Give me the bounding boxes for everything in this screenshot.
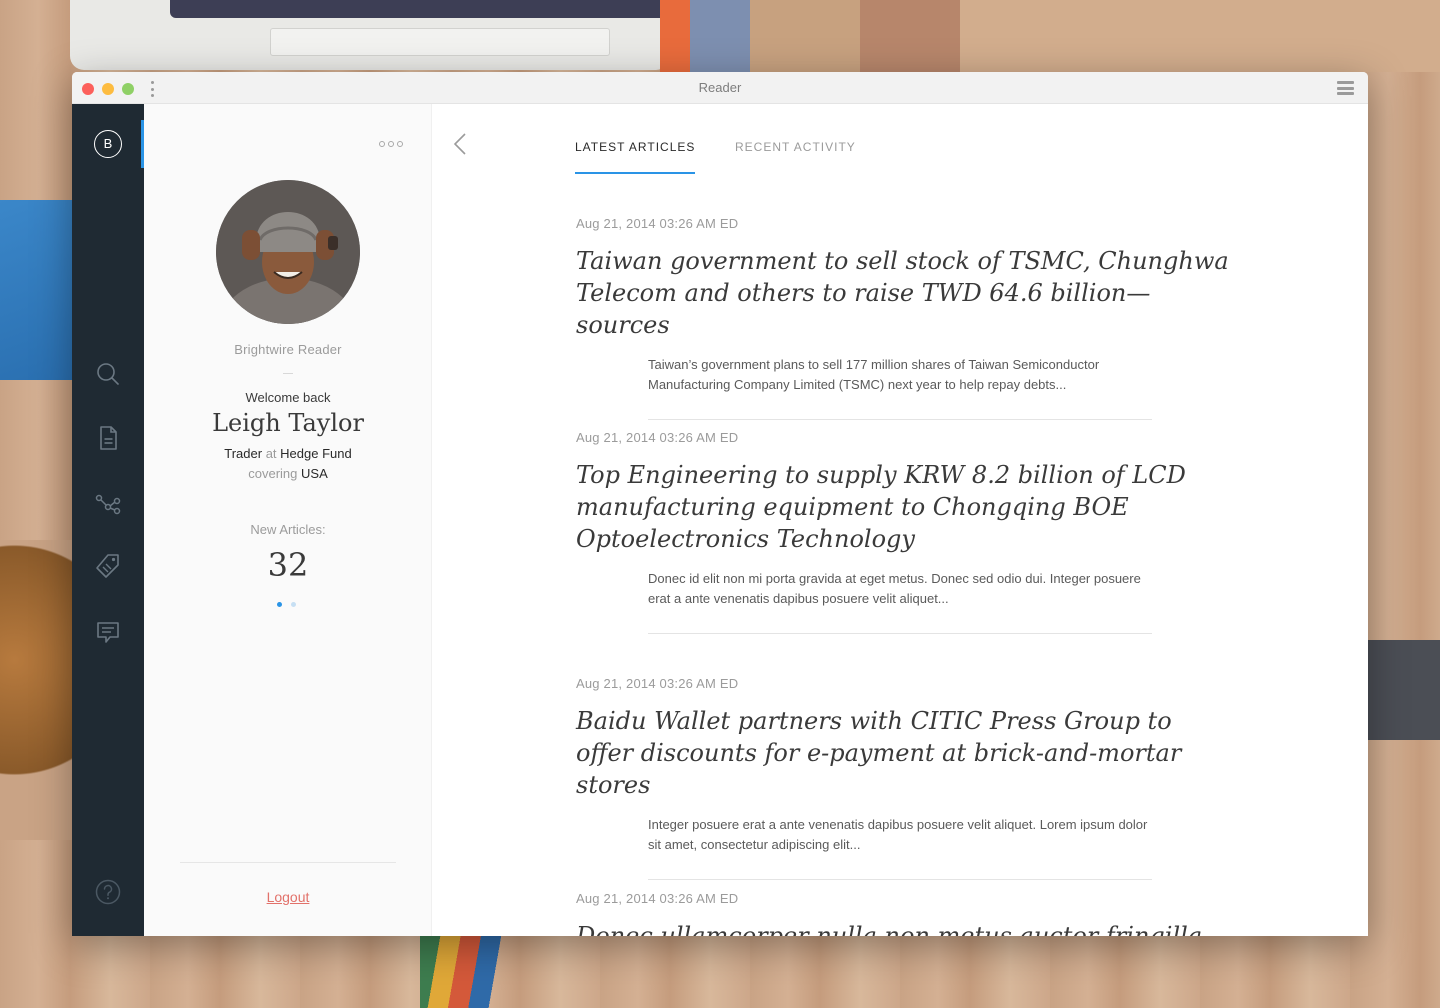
background-bowl bbox=[0, 540, 72, 840]
pager-dots bbox=[277, 602, 299, 608]
background-laptop bbox=[70, 0, 700, 70]
background-laptop-screen bbox=[170, 0, 700, 18]
article-divider bbox=[648, 633, 1152, 634]
article-date: Aug 21, 2014 03:26 AM ED bbox=[576, 676, 739, 691]
avatar bbox=[216, 180, 360, 324]
article-excerpt: Taiwan’s government plans to sell 177 mi… bbox=[648, 357, 1100, 392]
article-item[interactable]: Aug 21, 2014 03:26 AM ED Baidu Wallet pa… bbox=[576, 676, 1236, 880]
comment-icon[interactable] bbox=[94, 618, 122, 646]
back-chevron-icon[interactable] bbox=[452, 132, 468, 156]
search-icon[interactable] bbox=[94, 360, 122, 388]
tag-icon[interactable] bbox=[94, 552, 122, 580]
covering-label: covering bbox=[248, 466, 298, 481]
article-title[interactable]: Baidu Wallet partners with CITIC Press G… bbox=[576, 705, 1236, 801]
article-title[interactable]: Top Engineering to supply KRW 8.2 billio… bbox=[576, 459, 1236, 555]
role-at: at bbox=[265, 446, 277, 461]
article-excerpt: Donec id elit non mi porta gravida at eg… bbox=[648, 571, 1141, 606]
tab-recent-activity[interactable]: RECENT ACTIVITY bbox=[735, 140, 856, 154]
document-icon[interactable] bbox=[94, 424, 122, 452]
article-item[interactable]: Aug 21, 2014 03:26 AM ED Taiwan governme… bbox=[576, 216, 1236, 420]
user-company: Hedge Fund bbox=[280, 446, 352, 461]
article-excerpt: Integer posuere erat a ante venenatis da… bbox=[648, 817, 1148, 852]
reader-window: Reader B Brightwire Reader Welcome back … bbox=[72, 72, 1368, 936]
share-network-icon[interactable] bbox=[94, 490, 122, 518]
user-role: Trader bbox=[224, 446, 263, 461]
pager-dot[interactable] bbox=[291, 602, 296, 607]
role-line: Trader at Hedge Fund bbox=[144, 446, 432, 461]
hamburger-menu-icon[interactable] bbox=[1337, 81, 1354, 95]
window-title: Reader bbox=[698, 80, 742, 95]
background-blue-device bbox=[0, 200, 72, 380]
background-books bbox=[660, 0, 1440, 72]
help-icon[interactable] bbox=[94, 878, 122, 906]
brand-logo[interactable]: B bbox=[94, 130, 122, 158]
main-content: LATEST ARTICLES RECENT ACTIVITY Aug 21, … bbox=[432, 104, 1368, 936]
more-options-icon[interactable] bbox=[379, 140, 403, 148]
article-date: Aug 21, 2014 03:26 AM ED bbox=[576, 430, 739, 445]
new-articles-label: New Articles: bbox=[250, 522, 326, 537]
article-date: Aug 21, 2014 03:26 AM ED bbox=[576, 891, 739, 906]
background-dark-object bbox=[1368, 640, 1440, 740]
nav-rail: B bbox=[72, 104, 144, 936]
pager-dot-active[interactable] bbox=[277, 602, 282, 607]
logout-link[interactable]: Logout bbox=[144, 889, 432, 905]
divider bbox=[283, 373, 293, 374]
user-name: Leigh Taylor bbox=[212, 409, 364, 437]
profile-panel: Brightwire Reader Welcome back Leigh Tay… bbox=[144, 104, 432, 936]
background-pencils bbox=[420, 936, 520, 1008]
background-laptop-slot bbox=[270, 28, 610, 56]
article-date: Aug 21, 2014 03:26 AM ED bbox=[576, 216, 739, 231]
footer-divider bbox=[180, 862, 396, 863]
article-divider bbox=[648, 419, 1152, 420]
article-divider bbox=[648, 879, 1152, 880]
covering-value: USA bbox=[301, 466, 328, 481]
tab-latest-articles[interactable]: LATEST ARTICLES bbox=[575, 140, 696, 174]
new-articles-count: 32 bbox=[267, 546, 309, 584]
article-title[interactable]: Donec ullamcorper nulla non metus auctor… bbox=[576, 920, 1236, 936]
article-item[interactable]: Aug 21, 2014 03:26 AM ED Top Engineering… bbox=[576, 430, 1236, 634]
coverage-line: covering USA bbox=[144, 466, 432, 481]
title-bar: Reader bbox=[72, 72, 1368, 104]
article-item[interactable]: Aug 21, 2014 03:26 AM ED Donec ullamcorp… bbox=[576, 891, 1236, 936]
app-name: Brightwire Reader bbox=[234, 342, 342, 357]
welcome-text: Welcome back bbox=[245, 390, 331, 405]
article-title[interactable]: Taiwan government to sell stock of TSMC,… bbox=[576, 245, 1236, 341]
